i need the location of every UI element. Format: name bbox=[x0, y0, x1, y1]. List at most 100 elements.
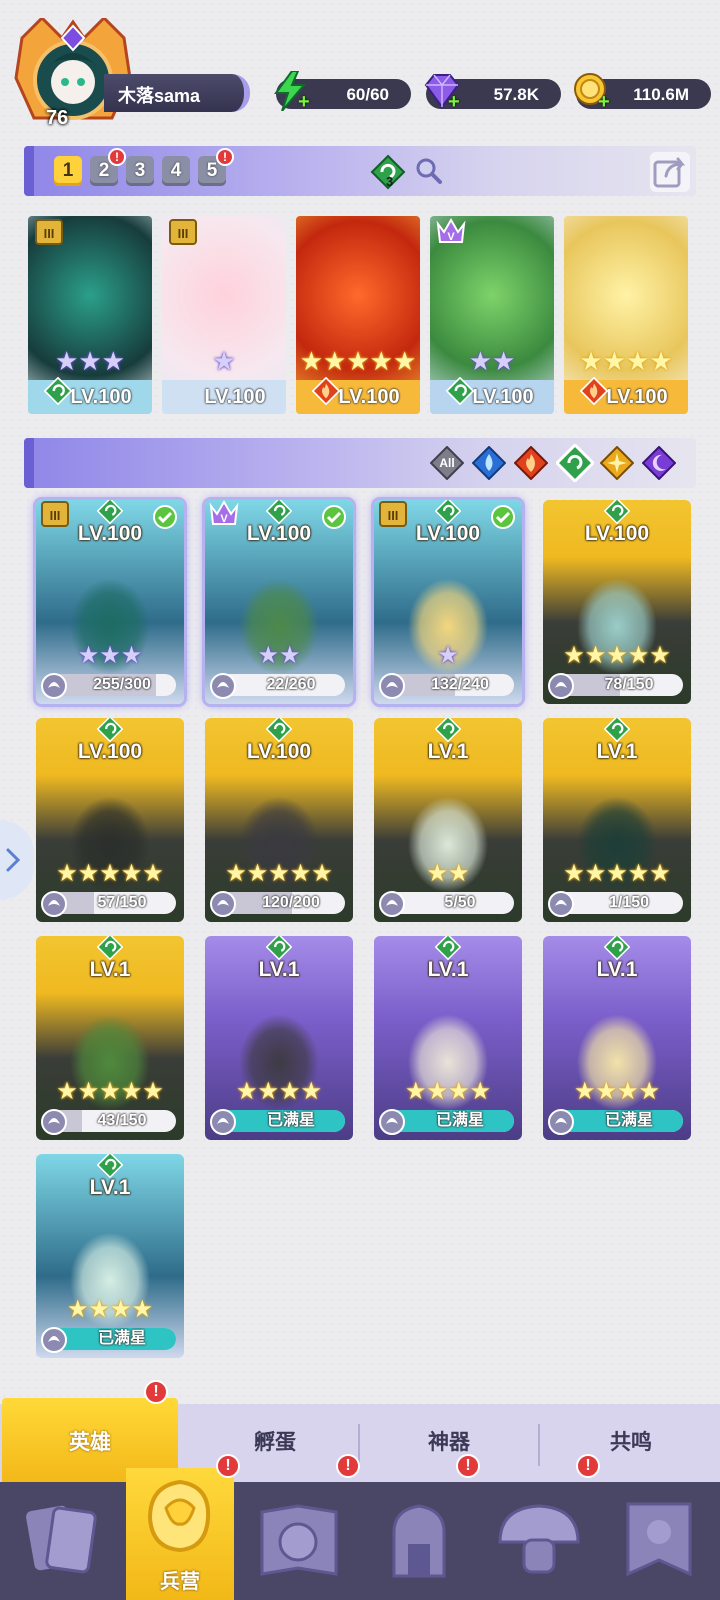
filter-wind-button[interactable] bbox=[554, 442, 596, 484]
gold-value: 110.6M bbox=[633, 85, 689, 104]
hero-card[interactable]: LV.1 ★ ★ ★ ★ ★ 1/150 bbox=[543, 718, 691, 922]
nav-castle[interactable] bbox=[360, 1482, 478, 1600]
filter-water-button[interactable] bbox=[471, 445, 507, 481]
nav-cards[interactable] bbox=[4, 1482, 122, 1600]
rank-badge: III bbox=[34, 218, 64, 251]
star-icon: ★ bbox=[468, 346, 492, 376]
star-icon: ★ bbox=[346, 346, 370, 376]
hero-card[interactable]: LV.100 ★ ★ ★ ★ ★ 78/150 bbox=[543, 500, 691, 704]
star-icon: ★ bbox=[606, 860, 628, 887]
add-gems-icon[interactable]: + bbox=[448, 91, 460, 114]
hero-level: LV.1 bbox=[596, 740, 638, 763]
hero-star-rating: ★ ★ ★ ★ ★ bbox=[36, 862, 184, 886]
hero-star-rating: ★ ★ bbox=[430, 348, 554, 374]
gem-counter[interactable]: + 57.8K bbox=[424, 74, 561, 113]
hero-shard-icon bbox=[548, 673, 574, 699]
filter-all-button[interactable]: All bbox=[429, 445, 465, 481]
team-tab-3[interactable]: 3 bbox=[126, 156, 154, 186]
hero-element bbox=[311, 376, 341, 410]
hero-shard-icon bbox=[210, 1109, 236, 1135]
hero-card[interactable]: III LV.100 ★ 132/240 bbox=[374, 500, 522, 704]
element-filter-bar: All bbox=[24, 438, 696, 488]
hero-shard-icon bbox=[41, 1109, 67, 1135]
lineup-hero-card[interactable]: V ★ ★ LV.100 bbox=[430, 216, 554, 414]
lineup-hero-card[interactable]: ★ ★ ★ ★ ★ LV.100 bbox=[296, 216, 420, 414]
star-icon: ★ bbox=[99, 1078, 121, 1105]
nav-guild[interactable] bbox=[600, 1482, 718, 1600]
nav-mushroom[interactable] bbox=[480, 1482, 598, 1600]
hero-card[interactable]: LV.100 ★ ★ ★ ★ ★ 120/200 bbox=[205, 718, 353, 922]
book-icon bbox=[260, 1504, 338, 1576]
nav-book[interactable] bbox=[240, 1482, 358, 1600]
player-name-plate[interactable]: 木落sama bbox=[104, 74, 250, 112]
hero-card[interactable]: V LV.100 ★ ★ 22/260 bbox=[205, 500, 353, 704]
svg-text:III: III bbox=[44, 226, 55, 241]
barracks-rose-icon bbox=[147, 1479, 211, 1553]
star-icon: ★ bbox=[131, 1296, 154, 1323]
star-icon: ★ bbox=[426, 1078, 448, 1105]
section-tabs: 英雄 ! 孵蛋 神器 共鸣 bbox=[0, 1380, 720, 1482]
star-icon: ★ bbox=[257, 642, 279, 669]
hero-level: LV.100 bbox=[162, 380, 286, 414]
lineup-hero-card[interactable]: ★ ★ ★ ★ LV.100 bbox=[564, 216, 688, 414]
star-icon: ★ bbox=[120, 1078, 143, 1105]
team-tab-1[interactable]: 1 bbox=[54, 156, 82, 186]
player-name: 木落sama bbox=[118, 86, 201, 106]
hero-shard-icon bbox=[379, 891, 405, 917]
hero-shard-icon bbox=[548, 1109, 574, 1135]
search-icon[interactable] bbox=[414, 156, 444, 186]
hero-level: LV.100 bbox=[246, 740, 312, 763]
hero-card[interactable]: LV.1 ★ ★ ★ ★ 已满星 bbox=[205, 936, 353, 1140]
tab-divider bbox=[538, 1424, 540, 1466]
star-icon: ★ bbox=[563, 860, 585, 887]
hero-star-rating: ★ ★ bbox=[205, 644, 353, 668]
hero-shard-icon bbox=[210, 891, 236, 917]
player-level: 76 bbox=[46, 107, 69, 129]
cards-icon bbox=[26, 1505, 97, 1574]
filter-light-button[interactable] bbox=[599, 445, 635, 481]
shard-count: 5/50 bbox=[444, 894, 476, 911]
hero-card[interactable]: LV.1 ★ ★ ★ ★ 已满星 bbox=[374, 936, 522, 1140]
gold-counter[interactable]: + 110.6M bbox=[574, 73, 711, 113]
star-icon: ★ bbox=[595, 1078, 617, 1105]
lineup-hero-card[interactable]: III ★ ★ ★ LV.100 bbox=[28, 216, 152, 414]
hero-element bbox=[445, 376, 475, 410]
tab-resonance[interactable]: 共鸣 bbox=[544, 1404, 718, 1482]
hero-card[interactable]: LV.100 ★ ★ ★ ★ ★ 57/150 bbox=[36, 718, 184, 922]
hero-card[interactable]: LV.1 ★ ★ ★ ★ 已满星 bbox=[543, 936, 691, 1140]
hero-star-rating: ★ ★ ★ bbox=[36, 644, 184, 668]
hero-card[interactable]: LV.1 ★ ★ ★ ★ ★ 43/150 bbox=[36, 936, 184, 1140]
add-energy-icon[interactable]: + bbox=[298, 91, 310, 114]
shard-count: 已满星 bbox=[604, 1112, 653, 1129]
hero-card[interactable]: LV.1 ★ ★ 5/50 bbox=[374, 718, 522, 922]
hero-level: LV.1 bbox=[89, 958, 131, 981]
wind-element-icon bbox=[43, 376, 73, 406]
barracks-alert-icon: ! bbox=[216, 1454, 240, 1478]
hero-star-rating: ★ ★ ★ ★ ★ bbox=[543, 862, 691, 886]
team-tab-4[interactable]: 4 bbox=[162, 156, 190, 186]
hero-card[interactable]: III LV.100 ★ ★ ★ 255/300 bbox=[36, 500, 184, 704]
tab-artifacts[interactable]: 神器 bbox=[364, 1404, 534, 1482]
lineup-hero-card[interactable]: III ★ LV.100 bbox=[162, 216, 286, 414]
star-icon: ★ bbox=[649, 642, 671, 669]
share-icon bbox=[653, 157, 686, 188]
share-button[interactable] bbox=[650, 152, 690, 192]
wind-element-icon bbox=[603, 718, 631, 743]
star-icon: ★ bbox=[300, 1078, 323, 1105]
energy-counter[interactable]: + 60/60 bbox=[274, 71, 411, 113]
nav-barracks[interactable]: 兵营 bbox=[126, 1468, 234, 1600]
hero-level: LV.1 bbox=[258, 958, 300, 981]
light-element-icon bbox=[599, 445, 635, 481]
hero-star-rating: ★ bbox=[162, 348, 286, 374]
hero-star-rating: ★ ★ ★ ★ ★ bbox=[36, 1080, 184, 1104]
shard-count: 1/150 bbox=[608, 894, 650, 911]
wind-element-icon bbox=[96, 1154, 124, 1179]
hero-card[interactable]: LV.1 ★ ★ ★ ★ 已满星 bbox=[36, 1154, 184, 1358]
filter-dark-button[interactable] bbox=[641, 445, 677, 481]
filter-fire-button[interactable] bbox=[513, 445, 549, 481]
star-icon: ★ bbox=[279, 642, 301, 669]
fire-element-icon bbox=[579, 376, 609, 406]
wind-element-icon bbox=[96, 718, 124, 743]
side-panel-toggle[interactable] bbox=[0, 820, 34, 900]
add-gold-icon[interactable]: + bbox=[598, 91, 610, 114]
